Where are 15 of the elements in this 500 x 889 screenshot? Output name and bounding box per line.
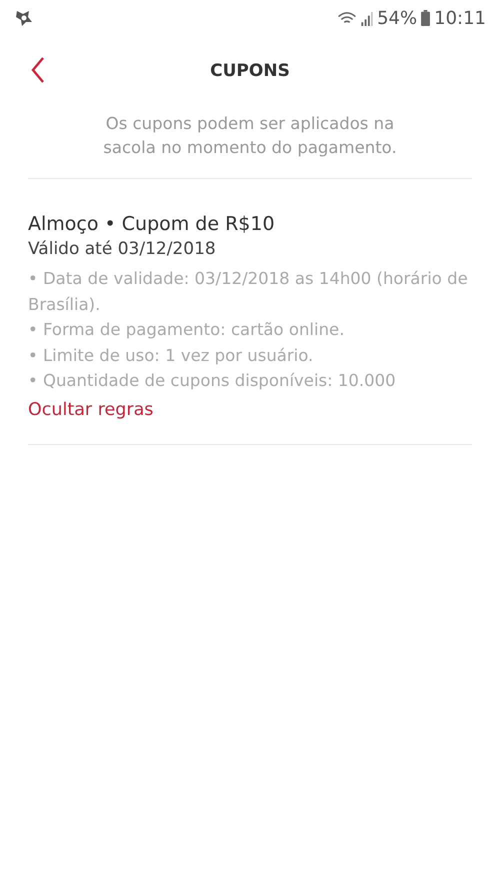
coupon-rule: • Limite de uso: 1 vez por usuário. [28, 344, 314, 366]
coupon-rule: • Data de validade: 03/12/2018 as 14h00 (horário de Brasília). [28, 268, 469, 316]
coupon-rule: • Forma de pagamento: cartão online. [28, 319, 346, 341]
coupon-validity: Válido até 03/12/2018 [28, 238, 217, 261]
coupon-rule: • Quantidade de cupons disponíveis: 10.000 [28, 370, 397, 392]
intro-text: Os cupons podem ser aplicados na sacola no momento do pagamento. [102, 113, 398, 159]
battery-icon [421, 10, 430, 26]
toggle-rules-link[interactable]: Ocultar regras [28, 396, 154, 424]
app-notification-icon [14, 8, 34, 28]
page-title: CUPONS [210, 61, 290, 81]
signal-icon [361, 10, 374, 26]
coupon-title: Almoço • Cupom de R$10 [28, 212, 276, 237]
battery-percent: 54% [377, 8, 418, 28]
clock-time: 10:11 [434, 8, 486, 28]
wifi-icon [337, 10, 358, 26]
